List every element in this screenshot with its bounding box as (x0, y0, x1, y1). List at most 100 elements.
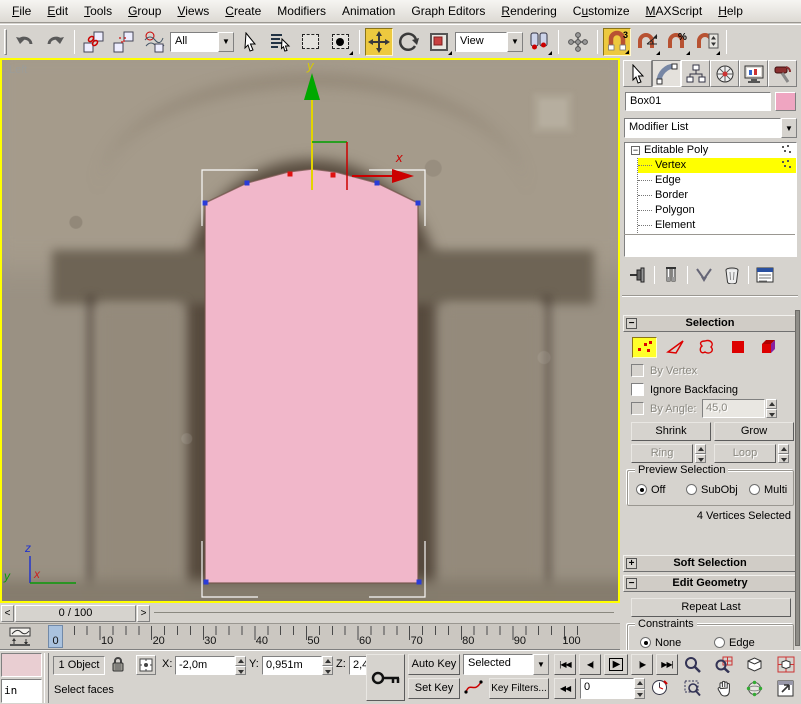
stack-row-border[interactable]: Border (638, 188, 796, 203)
viewport-label[interactable]: Left (9, 64, 27, 76)
stack-row-edge[interactable]: Edge (638, 173, 796, 188)
vertex-selected[interactable] (288, 172, 293, 177)
previous-frame-slider-button[interactable]: < (1, 605, 14, 622)
menu-create[interactable]: Create (217, 1, 269, 21)
previous-frame-button[interactable]: ◀| (579, 654, 601, 675)
macro-recorder-pane[interactable] (1, 653, 42, 677)
dropdown-arrow-icon[interactable]: ▼ (781, 118, 797, 138)
bind-to-space-warp-button[interactable] (140, 28, 168, 56)
key-filters-button[interactable]: Key Filters... (489, 678, 549, 699)
collapse-icon[interactable]: − (626, 578, 637, 589)
panel-scrollbar[interactable] (795, 310, 800, 646)
configure-modifier-sets-button[interactable] (753, 264, 777, 286)
by-vertex-checkbox-row[interactable]: By Vertex (631, 364, 697, 377)
menu-group[interactable]: Group (120, 1, 169, 21)
window-crossing-toggle-button[interactable] (326, 28, 354, 56)
selection-lock-toggle[interactable] (110, 655, 130, 675)
preview-off-radio[interactable]: Off (636, 484, 665, 496)
undo-button[interactable] (11, 28, 39, 56)
object-name-field[interactable]: Box01 (625, 92, 771, 111)
remove-modifier-button[interactable] (720, 264, 744, 286)
vertex-selected[interactable] (331, 173, 336, 178)
auto-key-button[interactable]: Auto Key (408, 654, 460, 675)
selection-filter-combo[interactable]: All ▼ (170, 32, 234, 52)
collapse-icon[interactable]: − (631, 146, 640, 155)
x-spinner[interactable] (235, 656, 246, 675)
zoom-extents-all-button[interactable] (771, 654, 800, 675)
stack-row-vertex[interactable]: Vertex (638, 158, 796, 173)
tab-display[interactable] (739, 60, 768, 87)
maxscript-listener-pane[interactable]: in (1, 679, 42, 703)
key-mode-combo[interactable]: Selected ▼ (463, 654, 549, 675)
zoom-button[interactable] (678, 654, 707, 675)
preview-subobj-radio[interactable]: SubObj (686, 484, 738, 496)
menu-customize[interactable]: Customize (565, 1, 638, 21)
default-tangents-button[interactable] (463, 678, 487, 699)
y-spinner[interactable] (322, 656, 333, 675)
edge-subobject-button[interactable] (663, 337, 688, 358)
modifier-list-combo[interactable]: Modifier List ▼ (624, 118, 797, 138)
ignore-backfacing-checkbox-row[interactable]: Ignore Backfacing (631, 383, 738, 396)
menu-tools[interactable]: Tools (76, 1, 120, 21)
current-frame-field[interactable]: 0 (580, 678, 634, 699)
zoom-extents-button[interactable] (740, 654, 769, 675)
object-color-swatch[interactable] (775, 92, 796, 111)
listener-splitter[interactable] (44, 653, 49, 703)
vertex-subobject-button[interactable] (632, 337, 657, 358)
polygon-subobject-button[interactable] (725, 337, 750, 358)
time-configuration-button[interactable] (650, 678, 672, 699)
constraints-none-radio[interactable]: None (640, 637, 681, 649)
show-end-result-button[interactable] (659, 264, 683, 286)
pin-stack-button[interactable] (626, 264, 650, 286)
open-mini-curve-editor-button[interactable] (2, 625, 38, 649)
key-mode-toggle-button[interactable]: ◀◀ (554, 678, 576, 699)
tab-hierarchy[interactable] (681, 60, 710, 87)
menu-maxscript[interactable]: MAXScript (638, 1, 711, 21)
constraints-edge-radio[interactable]: Edge (714, 637, 755, 649)
menu-help[interactable]: Help (710, 1, 751, 21)
menu-graph-editors[interactable]: Graph Editors (403, 1, 493, 21)
next-frame-slider-button[interactable]: > (137, 605, 150, 622)
track-bar-ruler[interactable]: 0102030405060708090100 (40, 624, 618, 650)
preview-multi-radio[interactable]: Multi (749, 484, 787, 496)
ring-button[interactable]: Ring (631, 444, 693, 463)
arc-rotate-button[interactable] (740, 678, 769, 699)
select-and-scale-button[interactable] (425, 28, 453, 56)
snaps-toggle-3d-button[interactable]: 3 (603, 28, 631, 56)
select-by-name-button[interactable] (266, 28, 294, 56)
menu-modifiers[interactable]: Modifiers (269, 1, 334, 21)
stack-row-polygon[interactable]: Polygon (638, 203, 796, 218)
tab-utilities[interactable] (768, 60, 797, 87)
by-angle-field[interactable]: 45,0 (702, 399, 765, 418)
make-unique-button[interactable] (692, 264, 716, 286)
reference-coordinate-combo[interactable]: View ▼ (455, 32, 523, 52)
expand-icon[interactable]: + (626, 558, 637, 569)
tab-modify[interactable] (652, 60, 681, 87)
menu-animation[interactable]: Animation (334, 1, 403, 21)
rollout-soft-selection-header[interactable]: + Soft Selection (623, 555, 797, 572)
rectangular-selection-region-button[interactable] (296, 28, 324, 56)
spinner-snap-toggle-button[interactable] (693, 28, 721, 56)
by-vertex-checkbox[interactable] (631, 364, 644, 377)
pan-view-button[interactable] (709, 678, 738, 699)
track-bar[interactable]: 0102030405060708090100 (0, 624, 620, 650)
percent-snap-toggle-button[interactable]: % (663, 28, 691, 56)
stack-row-editable-poly[interactable]: − Editable Poly (625, 143, 796, 158)
angle-snap-toggle-button[interactable] (633, 28, 661, 56)
ring-spinner[interactable] (695, 444, 706, 463)
set-keys-button[interactable] (366, 654, 405, 701)
use-center-button[interactable] (525, 28, 553, 56)
loop-button[interactable]: Loop (714, 444, 776, 463)
y-coordinate-field[interactable]: 0,951m (262, 656, 322, 675)
by-angle-checkbox[interactable] (631, 402, 644, 415)
go-to-start-button[interactable]: |◀◀ (554, 654, 576, 675)
select-and-link-button[interactable] (80, 28, 108, 56)
redo-button[interactable] (41, 28, 69, 56)
editable-poly-object[interactable] (205, 169, 418, 583)
vertex-unselected[interactable] (375, 181, 380, 186)
rollout-selection-header[interactable]: − Selection (623, 315, 797, 332)
select-object-button[interactable] (236, 28, 264, 56)
by-angle-row[interactable]: By Angle: 45,0 (631, 402, 696, 415)
time-slider-track[interactable] (154, 612, 614, 616)
menu-rendering[interactable]: Rendering (493, 1, 564, 21)
